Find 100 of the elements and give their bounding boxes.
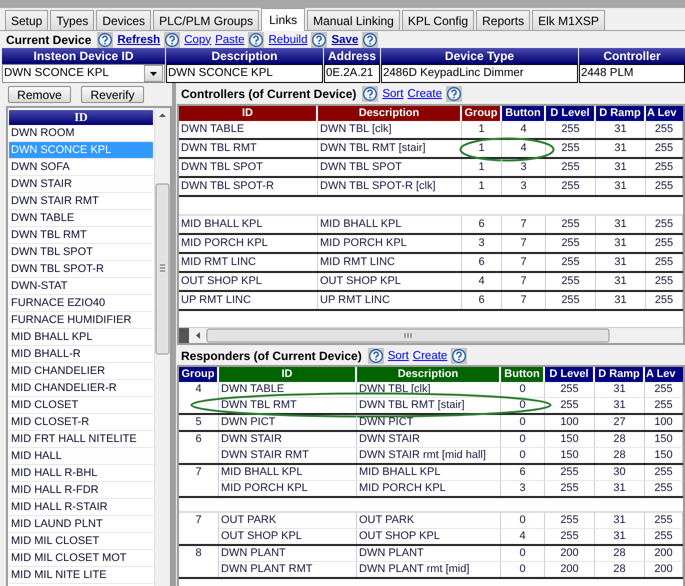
column-header[interactable]: Button bbox=[502, 106, 546, 121]
tab[interactable]: Types bbox=[50, 10, 94, 30]
device-list-item[interactable]: DWN TBL SPOT bbox=[9, 244, 153, 261]
help-icon[interactable] bbox=[362, 32, 378, 48]
column-header[interactable]: D Ramp bbox=[595, 367, 645, 382]
device-list-item[interactable]: MID HALL R-BHL bbox=[9, 465, 153, 482]
table-cell: MID PORCH KPL bbox=[179, 235, 318, 252]
table-cell: DWN TBL RMT [stair] bbox=[318, 140, 462, 157]
table-cell: 31 bbox=[595, 481, 645, 496]
column-header[interactable]: Group bbox=[462, 106, 502, 121]
table-cell: 255 bbox=[546, 273, 596, 290]
device-list-item[interactable]: MID HALL R-STAIR bbox=[9, 499, 153, 516]
device-list-item[interactable]: MID HALL bbox=[9, 448, 153, 465]
link[interactable]: Paste bbox=[215, 34, 244, 46]
device-list-item[interactable]: DWN STAIR RMT bbox=[9, 193, 153, 210]
table-cell: 255 bbox=[646, 121, 683, 138]
column-header[interactable]: D Level bbox=[545, 367, 595, 382]
help-icon[interactable] bbox=[248, 32, 264, 48]
device-list-item[interactable]: MID MIL CLOSET MOT bbox=[9, 550, 153, 567]
column-header[interactable]: A Lev bbox=[646, 106, 683, 121]
table-cell: 8 bbox=[179, 546, 219, 577]
help-icon[interactable] bbox=[451, 348, 468, 364]
device-list-item[interactable]: MID MIL CLOSET bbox=[9, 533, 153, 550]
column-header[interactable]: D Level bbox=[546, 106, 596, 121]
device-list-item[interactable]: DWN SOFA bbox=[9, 159, 153, 176]
device-list-item[interactable]: DWN TBL RMT bbox=[9, 227, 153, 244]
table-cell: DWN STAIR bbox=[219, 432, 357, 447]
help-icon[interactable] bbox=[446, 86, 462, 102]
table-cell: DWN STAIR RMT bbox=[219, 448, 357, 463]
tab[interactable]: Elk M1XSP bbox=[532, 10, 605, 30]
device-list-item[interactable]: DWN TABLE bbox=[9, 210, 153, 227]
device-dropdown[interactable]: DWN SCONCE KPL bbox=[2, 64, 165, 83]
device-list-item[interactable]: MID CLOSET-R bbox=[9, 414, 153, 431]
table-cell: 255 bbox=[546, 159, 596, 176]
tab[interactable]: Links bbox=[261, 8, 306, 31]
device-list-item[interactable]: FURNACE HUMIDIFIER bbox=[9, 312, 153, 329]
column-header[interactable]: Description bbox=[357, 367, 501, 382]
section-title: Current Device bbox=[6, 32, 92, 46]
device-list-item[interactable]: FURNACE EZIO40 bbox=[9, 295, 153, 312]
device-list-item[interactable]: DWN-STAT bbox=[9, 278, 153, 295]
table-cell: 150 bbox=[545, 448, 595, 463]
table-cell: 255 bbox=[646, 159, 683, 176]
column-header[interactable]: ID bbox=[219, 367, 357, 382]
table-cell: DWN TBL SPOT bbox=[318, 159, 462, 176]
table-cell: MID RMT LINC bbox=[318, 254, 462, 271]
table-cell: 5 bbox=[179, 415, 219, 430]
link[interactable]: Save bbox=[331, 34, 358, 46]
table-cell: DWN PICT bbox=[357, 415, 501, 430]
device-list-item[interactable]: DWN TBL SPOT-R bbox=[9, 261, 153, 278]
tab[interactable]: Setup bbox=[5, 10, 48, 30]
section-title: Controllers (of Current Device) bbox=[181, 86, 356, 100]
device-list-item[interactable]: MID BHALL KPL bbox=[9, 329, 153, 346]
help-icon[interactable] bbox=[368, 348, 384, 364]
column-header[interactable]: ID bbox=[179, 106, 318, 121]
table-cell: 255 bbox=[545, 465, 595, 480]
link[interactable]: Create bbox=[412, 350, 448, 362]
help-icon[interactable] bbox=[97, 32, 114, 48]
device-list-item[interactable]: MID BHALL-R bbox=[9, 346, 153, 363]
table-cell: DWN TABLE bbox=[179, 121, 318, 138]
table-cell: 1 bbox=[462, 178, 502, 195]
device-list-item[interactable]: MID LAUND PLNT bbox=[9, 516, 153, 533]
column-header: Insteon Device ID bbox=[2, 48, 165, 64]
device-list-item[interactable]: MID HALL R-FDR bbox=[9, 482, 153, 499]
help-icon[interactable] bbox=[362, 86, 378, 102]
tab[interactable]: PLC/PLM Groups bbox=[153, 10, 260, 30]
table-cell: 0 bbox=[501, 546, 545, 561]
table-cell: DWN TBL SPOT bbox=[179, 159, 318, 176]
link[interactable]: Sort bbox=[388, 350, 409, 362]
table-cell: 31 bbox=[596, 273, 646, 290]
column-header[interactable]: Button bbox=[501, 367, 545, 382]
table-cell: 0 bbox=[501, 513, 545, 528]
table-cell: 255 bbox=[545, 481, 595, 496]
link[interactable]: Refresh bbox=[117, 34, 160, 46]
table-cell: DWN TBL RMT bbox=[219, 398, 357, 413]
action-button[interactable]: Reverify bbox=[81, 86, 144, 103]
link[interactable]: Rebuild bbox=[268, 34, 308, 46]
tab[interactable]: Reports bbox=[476, 10, 530, 30]
device-list-item[interactable]: MID CHANDELIER bbox=[9, 363, 153, 380]
column-header[interactable]: D Ramp bbox=[596, 106, 646, 121]
device-list-item[interactable]: MID MIL NITE LITE bbox=[9, 567, 153, 584]
device-list-item[interactable]: MID CLOSET bbox=[9, 397, 153, 414]
column-header[interactable]: Description bbox=[318, 106, 462, 121]
table-cell: 28 bbox=[595, 546, 645, 561]
table-cell: 255 bbox=[545, 398, 595, 413]
tab[interactable]: KPL Config bbox=[402, 10, 474, 30]
device-list-item[interactable]: DWN STAIR bbox=[9, 176, 153, 193]
action-button[interactable]: Remove bbox=[8, 86, 71, 103]
link[interactable]: Sort bbox=[382, 88, 404, 100]
device-list-item[interactable]: MID CHANDELIER-R bbox=[9, 380, 153, 397]
tab[interactable]: Manual Linking bbox=[307, 10, 400, 30]
column-header[interactable]: Group bbox=[179, 367, 219, 382]
table-cell: 150 bbox=[645, 448, 683, 463]
help-icon[interactable] bbox=[311, 32, 328, 48]
tab[interactable]: Devices bbox=[96, 10, 152, 30]
help-icon[interactable] bbox=[164, 32, 180, 48]
device-list-item[interactable]: MID FRT HALL NITELITE bbox=[9, 431, 153, 448]
link[interactable]: Copy bbox=[184, 34, 212, 46]
table-cell: MID BHALL KPL bbox=[179, 216, 318, 233]
link[interactable]: Create bbox=[407, 88, 442, 100]
column-header[interactable]: A Lev bbox=[645, 367, 683, 382]
